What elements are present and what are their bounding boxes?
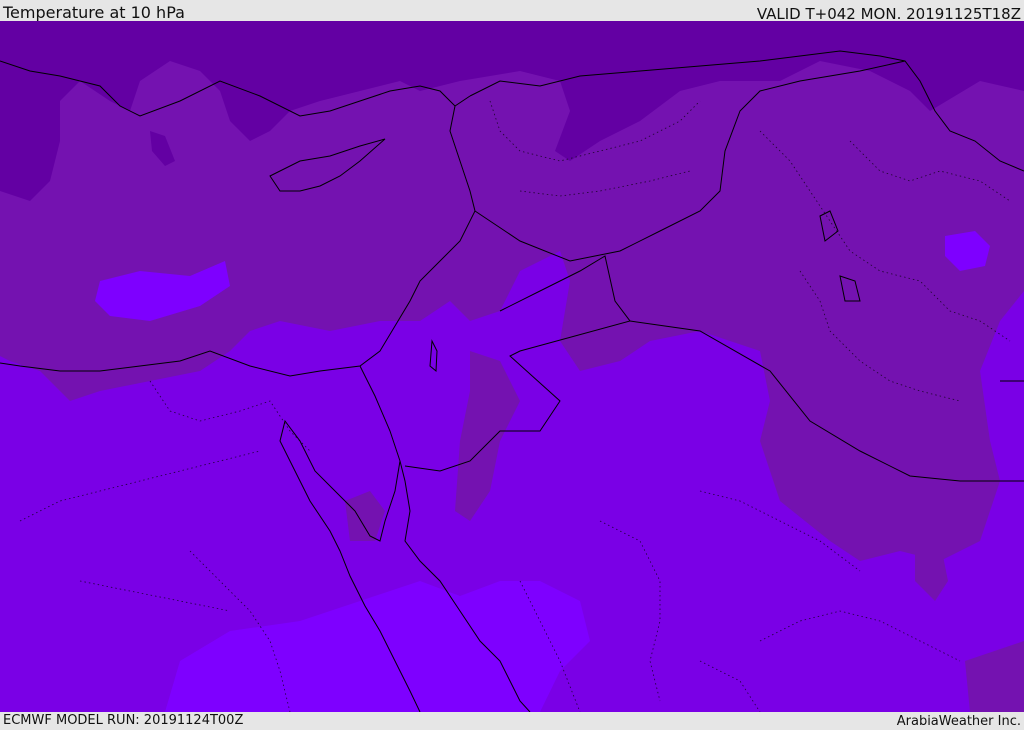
map-footer: ECMWF MODEL RUN: 20191124T00Z ArabiaWeat… <box>0 712 1024 729</box>
map-title: Temperature at 10 hPa <box>3 3 185 22</box>
brand-label: ArabiaWeather Inc. <box>896 714 1021 729</box>
map-canvas <box>0 21 1024 712</box>
map-header: Temperature at 10 hPa VALID T+042 MON. 2… <box>0 0 1024 23</box>
model-run-label: ECMWF MODEL RUN: 20191124T00Z <box>3 713 244 728</box>
temperature-map[interactable] <box>0 21 1024 712</box>
